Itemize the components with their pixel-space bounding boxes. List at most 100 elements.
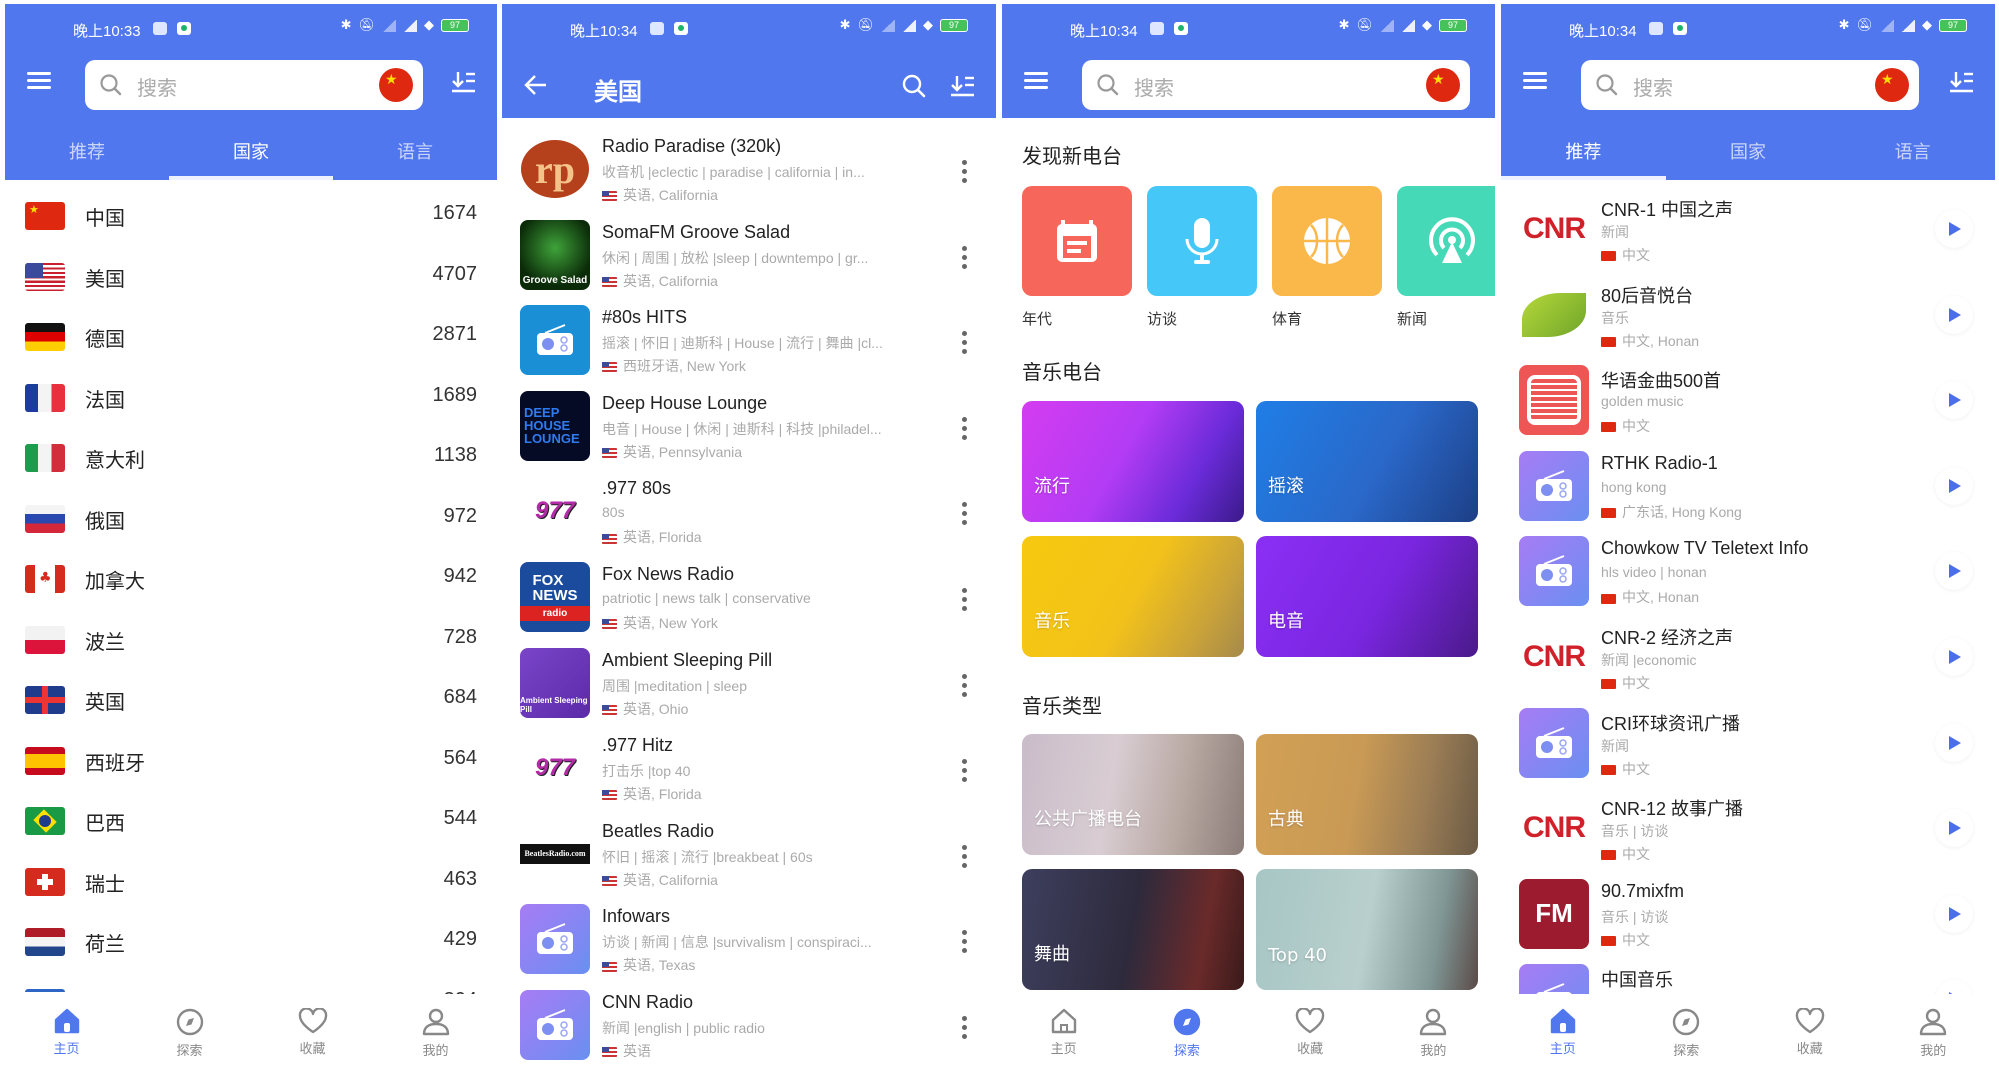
play-icon[interactable] — [1935, 552, 1973, 591]
menu-icon[interactable] — [27, 70, 51, 90]
region-flag-button[interactable]: ★ — [1875, 68, 1909, 102]
station-row[interactable]: CNR CNR-2 经济之声 新闻 |economic 中文 — [1501, 618, 1995, 704]
station-row[interactable]: 80后音悦台 音乐 中文, Honan — [1501, 276, 1995, 362]
sort-icon[interactable] — [451, 70, 477, 94]
more-options-icon[interactable] — [962, 587, 968, 612]
more-options-icon[interactable] — [962, 844, 968, 869]
station-row[interactable]: 977 .977 Hitz 打击乐 |top 40 英语, Florida — [502, 729, 996, 815]
station-row[interactable]: BeatlesRadio.com Beatles Radio 怀旧 | 摇滚 | 流… — [502, 815, 996, 901]
search-input[interactable]: 搜索 ★ — [85, 60, 423, 110]
country-row[interactable]: 西班牙 564 — [5, 735, 497, 796]
music-card-pop[interactable]: 流行 — [1022, 401, 1244, 522]
more-options-icon[interactable] — [962, 759, 968, 783]
more-options-icon[interactable] — [962, 930, 968, 954]
more-options-icon[interactable] — [962, 245, 968, 270]
station-row[interactable]: DEEP HOUSE LOUNGE Deep House Lounge 电音 | Hou… — [502, 387, 996, 473]
more-options-icon[interactable] — [962, 1015, 968, 1040]
nav-me[interactable]: 我的 — [1372, 994, 1495, 1080]
country-row[interactable]: 巴西 544 — [5, 795, 497, 856]
more-options-icon[interactable] — [962, 502, 968, 526]
tab-languages[interactable]: 语言 — [1830, 122, 1995, 180]
menu-icon[interactable] — [1024, 70, 1048, 90]
genre-card-dance[interactable]: 舞曲 — [1022, 869, 1244, 990]
search-input[interactable]: 搜索 ★ — [1581, 60, 1919, 110]
tab-countries[interactable]: 国家 — [169, 122, 333, 180]
station-row[interactable]: CNR CNR-12 故事广播 音乐 | 访谈 中文 — [1501, 789, 1995, 875]
discover-news[interactable]: 新闻 — [1397, 186, 1495, 329]
station-row[interactable]: #80s HITS 摇滚 | 怀旧 | 迪斯科 | House | 流行 | 舞曲… — [502, 301, 996, 387]
country-row[interactable]: ♣ 加拿大 942 — [5, 553, 497, 614]
nav-explore[interactable]: 探索 — [1125, 994, 1248, 1080]
discover-talk[interactable]: 访谈 — [1147, 186, 1257, 329]
nav-home[interactable]: 主页 — [1501, 994, 1625, 1080]
music-card-electronic[interactable]: 电音 — [1256, 536, 1478, 657]
country-row[interactable]: 德国 2871 — [5, 311, 497, 372]
more-options-icon[interactable] — [962, 416, 968, 441]
nav-me[interactable]: 我的 — [1872, 994, 1996, 1080]
play-icon[interactable] — [1935, 637, 1973, 676]
country-row[interactable]: 意大利 1138 — [5, 432, 497, 493]
country-row[interactable]: 波兰 728 — [5, 614, 497, 675]
station-row[interactable]: 977 .977 80s 80s 英语, Florida — [502, 472, 996, 558]
nav-favorites[interactable]: 收藏 — [1748, 994, 1872, 1080]
tab-recommend[interactable]: 推荐 — [1501, 122, 1666, 180]
search-icon[interactable] — [902, 74, 926, 98]
discover-era[interactable]: 年代 — [1022, 186, 1132, 329]
station-row[interactable]: 华语金曲500首 golden music 中文 — [1501, 361, 1995, 447]
station-row[interactable]: Infowars 访谈 | 新闻 | 信息 |survivalism | cons… — [502, 900, 996, 986]
nav-explore[interactable]: 探索 — [1625, 994, 1749, 1080]
tab-languages[interactable]: 语言 — [333, 122, 497, 180]
country-row[interactable]: ★ 中国 1674 — [5, 190, 497, 251]
station-row[interactable]: Ambient Sleeping Pill Ambient Sleeping Pi… — [502, 644, 996, 730]
country-row[interactable]: 法国 1689 — [5, 372, 497, 433]
music-card-music[interactable]: 音乐 — [1022, 536, 1244, 657]
play-icon[interactable] — [1935, 466, 1973, 505]
station-row[interactable]: CNR CNR-1 中国之声 新闻 中文 — [1501, 190, 1995, 276]
play-icon[interactable] — [1935, 809, 1973, 848]
play-icon[interactable] — [1935, 894, 1973, 933]
station-row[interactable]: RTHK Radio-1 hong kong 广东话, Hong Kong — [1501, 447, 1995, 533]
station-row[interactable]: CNN Radio 新闻 |english | public radio 英语 — [502, 986, 996, 1072]
genre-card-classical[interactable]: 古典 — [1256, 734, 1478, 855]
sort-icon[interactable] — [1949, 70, 1975, 94]
tab-countries[interactable]: 国家 — [1666, 122, 1831, 180]
genre-card-public-radio[interactable]: 公共广播电台 — [1022, 734, 1244, 855]
back-arrow-icon[interactable] — [524, 74, 548, 96]
play-icon[interactable] — [1935, 723, 1973, 762]
more-options-icon[interactable] — [962, 331, 968, 355]
discover-sports[interactable]: 体育 — [1272, 186, 1382, 329]
country-row[interactable]: 俄国 972 — [5, 493, 497, 554]
play-icon[interactable] — [1935, 210, 1973, 248]
region-flag-button[interactable]: ★ — [379, 68, 413, 102]
nav-favorites[interactable]: 收藏 — [1249, 994, 1372, 1080]
play-icon[interactable] — [1935, 381, 1973, 420]
ru-flag-icon — [25, 504, 65, 533]
station-row[interactable]: FM 90.7mixfm 音乐 | 访谈 中文 — [1501, 875, 1995, 961]
nav-me[interactable]: 我的 — [374, 994, 497, 1080]
station-row[interactable]: Chowkow TV Teletext Info hls video | hona… — [1501, 532, 1995, 618]
tab-recommend[interactable]: 推荐 — [5, 122, 169, 180]
pl-flag-icon — [25, 625, 65, 654]
play-icon[interactable] — [1935, 295, 1973, 334]
station-row[interactable]: Groove Salad SomaFM Groove Salad 休闲 | 周围 |… — [502, 216, 996, 302]
more-options-icon[interactable] — [962, 673, 968, 698]
more-options-icon[interactable] — [962, 160, 968, 184]
search-input[interactable]: 搜索 ★ — [1082, 60, 1470, 110]
station-row[interactable]: rp Radio Paradise (320k) 收音机 |eclectic | p… — [502, 130, 996, 216]
station-row[interactable]: FOX NEWS radio Fox News Radio patriotic | ne… — [502, 558, 996, 644]
country-row[interactable]: 英国 684 — [5, 674, 497, 735]
country-row[interactable]: 瑞士 463 — [5, 856, 497, 917]
country-row[interactable]: 美国 4707 — [5, 251, 497, 312]
country-row[interactable]: 荷兰 429 — [5, 916, 497, 977]
compass-icon — [1673, 1008, 1700, 1036]
nav-home[interactable]: 主页 — [1002, 994, 1125, 1080]
nav-home[interactable]: 主页 — [5, 994, 128, 1080]
region-flag-button[interactable]: ★ — [1426, 68, 1460, 102]
genre-card-top40[interactable]: Top 40 — [1256, 869, 1478, 990]
menu-icon[interactable] — [1523, 70, 1547, 90]
nav-explore[interactable]: 探索 — [128, 994, 251, 1080]
nav-favorites[interactable]: 收藏 — [251, 994, 374, 1080]
station-row[interactable]: CRI环球资讯广播 新闻 中文 — [1501, 704, 1995, 790]
music-card-rock[interactable]: 摇滚 — [1256, 401, 1478, 522]
sort-icon[interactable] — [950, 74, 976, 98]
